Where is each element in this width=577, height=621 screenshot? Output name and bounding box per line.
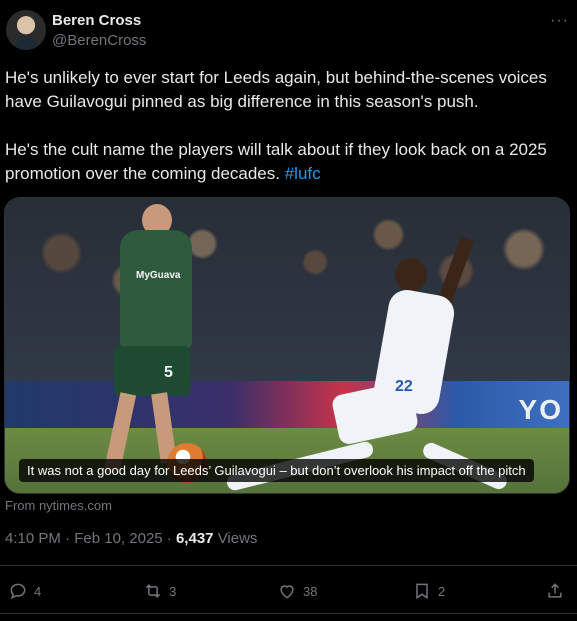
views-label: Views: [217, 530, 258, 547]
tweet-header: Beren Cross @BerenCross ···: [6, 10, 571, 52]
like-button[interactable]: 38: [277, 578, 317, 604]
author-handle[interactable]: @BerenCross: [52, 32, 146, 49]
share-button[interactable]: [545, 578, 565, 604]
reply-icon: [10, 583, 26, 600]
tweet-paragraph-2: He's the cult name the players will talk…: [5, 138, 573, 186]
action-bar: 4 3 38 2: [0, 575, 577, 607]
bookmark-icon: [416, 583, 428, 600]
tweet-paragraph-1: He's unlikely to ever start for Leeds ag…: [5, 68, 547, 111]
reply-button[interactable]: 4: [8, 578, 41, 604]
player-green-kit: MyGuava 5: [100, 204, 220, 488]
bookmark-button[interactable]: 2: [412, 578, 445, 604]
tweet-text: He's unlikely to ever start for Leeds ag…: [5, 66, 573, 186]
shirt-sponsor: MyGuava: [136, 270, 181, 281]
heart-icon: [280, 585, 294, 599]
article-card-image[interactable]: YO MyGuava 5 22 It was not a good day fo…: [4, 197, 570, 494]
link-source[interactable]: From nytimes.com: [5, 498, 112, 513]
share-icon: [548, 583, 562, 598]
views-count: 6,437: [175, 530, 214, 547]
tweet-time[interactable]: 4:10 PM: [5, 530, 61, 547]
card-caption[interactable]: It was not a good day for Leeds’ Guilavo…: [19, 459, 534, 482]
divider: [0, 613, 577, 614]
author-name[interactable]: Beren Cross: [52, 12, 141, 29]
like-count: 38: [303, 583, 318, 599]
tweet-date[interactable]: Feb 10, 2025: [74, 530, 162, 547]
avatar[interactable]: [6, 10, 46, 50]
repost-button[interactable]: 3: [143, 578, 176, 604]
meta-separator: ·: [166, 530, 172, 547]
divider: [0, 565, 577, 566]
player-shirt: [120, 230, 192, 350]
player-white-kit: 22: [205, 236, 525, 493]
player-shorts: [114, 346, 190, 396]
repost-icon: [145, 584, 161, 598]
tweet-meta: 4:10 PM · Feb 10, 2025 · 6,437 Views: [5, 530, 257, 547]
hashtag-link[interactable]: #lufc: [285, 164, 321, 183]
meta-separator: ·: [65, 530, 71, 547]
hoarding-text: YO: [518, 394, 563, 425]
bookmark-count: 2: [438, 583, 446, 599]
shorts-number: 5: [164, 364, 173, 381]
player-head: [395, 258, 427, 292]
reply-count: 4: [34, 583, 42, 599]
shorts-number: 22: [395, 378, 413, 395]
tweet-paragraph-2-text: He's the cult name the players will talk…: [5, 140, 547, 183]
more-options-icon[interactable]: ···: [550, 12, 569, 30]
repost-count: 3: [169, 583, 177, 599]
